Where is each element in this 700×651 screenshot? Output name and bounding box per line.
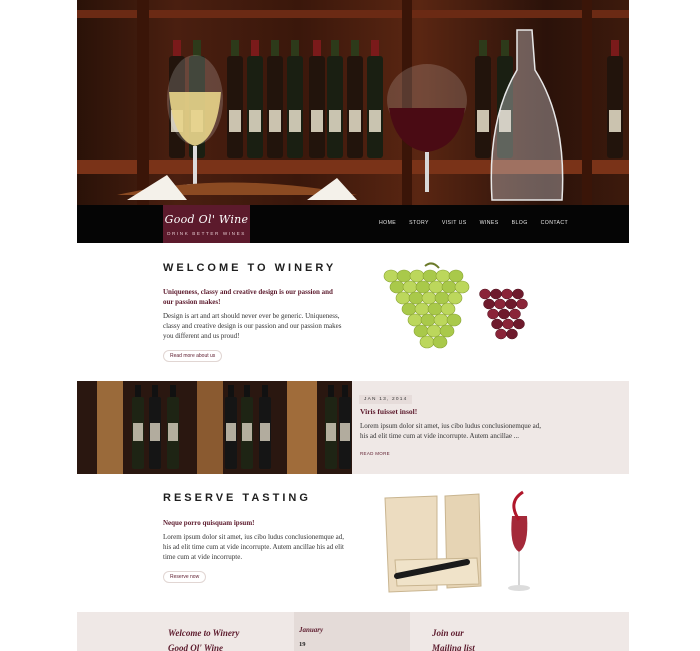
nav-blog[interactable]: BLOG [512,220,528,226]
post-date: JAN 13, 2014 [359,395,413,404]
nav-home[interactable]: HOME [379,220,396,226]
mailing-line2: Mailing list [432,643,475,651]
wine-box-image [384,490,530,593]
logo[interactable]: Good Ol' Wine DRINK BETTER WINES [163,205,250,243]
nav-visit-us[interactable]: VISIT US [442,220,467,226]
grapes-image [383,262,528,349]
welcome-body: Design is art and art should never ever … [163,312,342,340]
tasting-heading: RESERVE TASTING [163,492,311,504]
calendar-month: January [299,626,324,634]
logo-tagline: DRINK BETTER WINES [167,231,246,236]
wine-bottles-image [77,381,352,474]
tasting-lead: Neque porro quisquam ipsum! [163,519,255,527]
footer-welcome-line2: Good Ol' Wine [168,643,224,651]
mailing-line1: Join our [432,628,464,638]
nav-story[interactable]: STORY [409,220,429,226]
post-read-more-link[interactable]: READ MORE [360,451,390,456]
nav-contact[interactable]: CONTACT [541,220,569,226]
calendar-day: 19 [299,641,306,648]
tasting-body: Lorem ipsum dolor sit amet, ius cibo lud… [163,533,344,561]
post-title[interactable]: Viris fuisset insol! [360,407,417,416]
main-nav: HOME STORY VISIT US WINES BLOG CONTACT [379,220,568,226]
footer-welcome-line1: Welcome to Winery [168,628,240,638]
hero-image [77,0,629,205]
reserve-now-button[interactable]: Reserve now [163,571,207,583]
read-more-about-button[interactable]: Read more about us [163,350,223,362]
post-body: Lorem ipsum dolor sit amet, ius cibo lud… [360,422,541,440]
welcome-lead: Uniqueness, classy and creative design i… [163,288,333,306]
welcome-heading: WELCOME TO WINERY [163,262,337,274]
nav-wines[interactable]: WINES [480,220,499,226]
page: Good Ol' Wine DRINK BETTER WINES HOME ST… [77,0,629,651]
logo-title: Good Ol' Wine [164,213,249,226]
